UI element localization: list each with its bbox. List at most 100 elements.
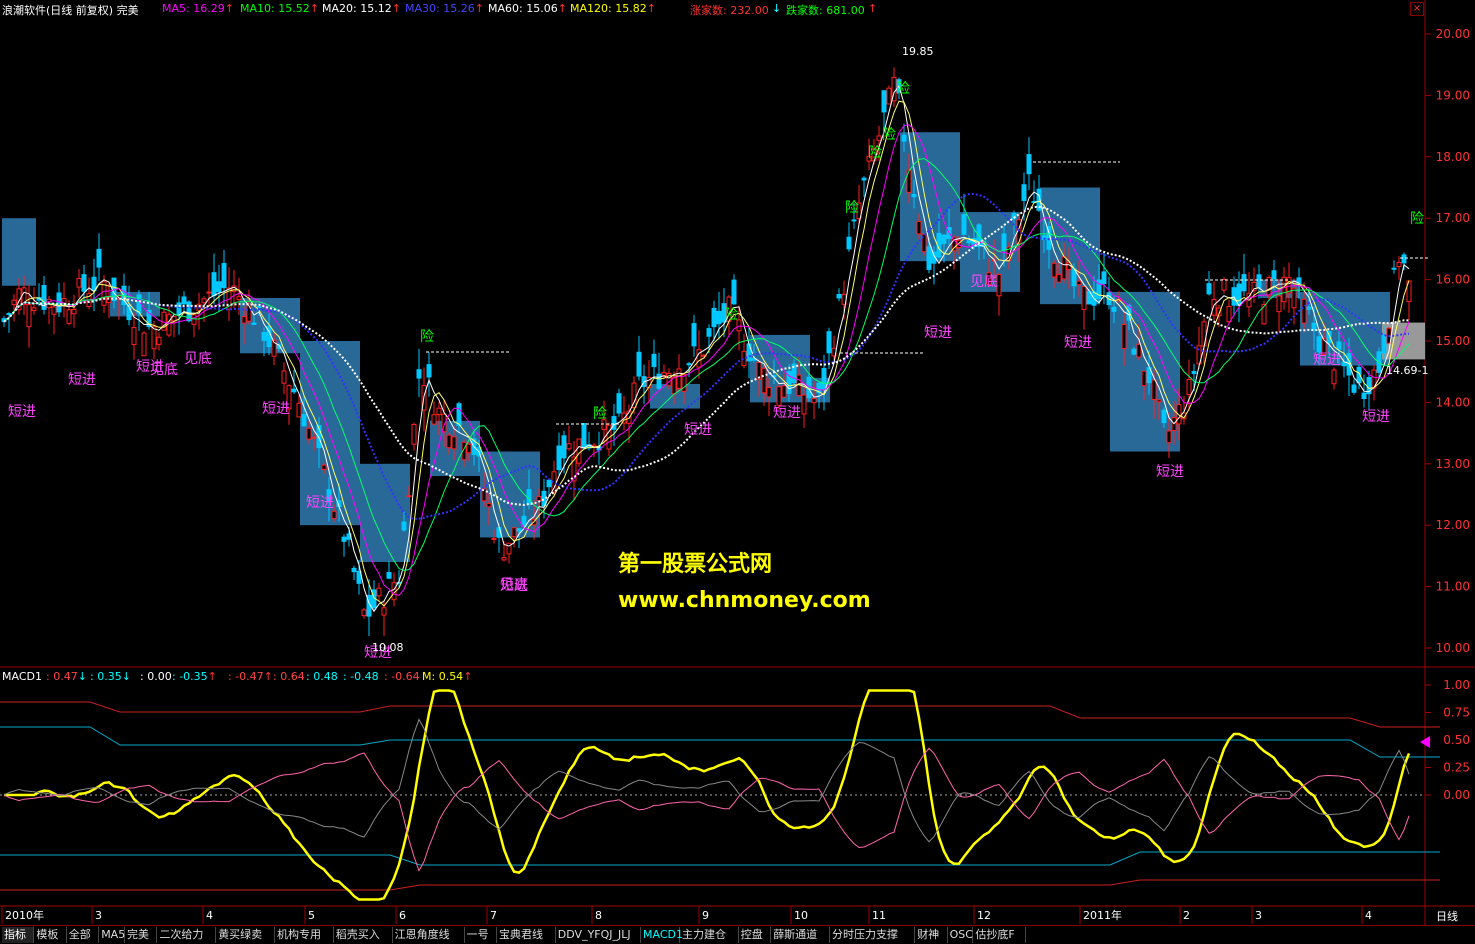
- candle-body: [1361, 392, 1367, 400]
- candle-body: [181, 296, 187, 305]
- candle-body: [911, 194, 917, 198]
- candle-body: [91, 276, 97, 291]
- candle-body: [306, 427, 312, 440]
- tab-indicator[interactable]: OSC: [948, 927, 974, 943]
- candle-body: [71, 308, 77, 315]
- tab-indicator[interactable]: 完美: [125, 927, 158, 943]
- macd-name: MACD1: [2, 670, 42, 683]
- candle-body: [11, 299, 17, 306]
- tab-indicator[interactable]: 薛斯通道: [771, 927, 830, 943]
- lower-cyan-band: [0, 851, 1440, 866]
- short-entry-label: 短进: [1156, 464, 1184, 480]
- tab-indicator[interactable]: 主力建仓: [680, 927, 739, 943]
- candle-body: [201, 298, 207, 304]
- tab-indicator[interactable]: MA5: [99, 927, 125, 943]
- candle-body: [846, 236, 852, 250]
- candle-body: [381, 607, 387, 616]
- indicator-tabs: 指标 模板 全部 MA5 完美 二次给力 黄买绿卖 机构专用 稻壳买入 江恩角度线 一号 宝典君线 DD…: [0, 925, 1475, 944]
- candle-body: [6, 313, 12, 316]
- candle-body: [1221, 279, 1227, 291]
- candle-body: [1241, 274, 1247, 292]
- tab-indicator[interactable]: 稻壳买入: [334, 927, 393, 943]
- candle-body: [1111, 306, 1117, 312]
- candle-body: [401, 521, 407, 531]
- tab-indicator[interactable]: 模板: [34, 927, 67, 943]
- candle-body: [1141, 370, 1147, 387]
- candle-body: [406, 495, 412, 498]
- candle-body: [141, 332, 147, 357]
- candle-body: [1391, 267, 1397, 270]
- macd-value: : 0.00: [140, 670, 172, 683]
- candle-body: [1201, 321, 1207, 347]
- tab-indicator[interactable]: 估抄底F: [973, 927, 1026, 943]
- candle-body: [221, 263, 227, 289]
- tab-indicator[interactable]: MACD1: [641, 927, 683, 943]
- time-tick-label: 6: [399, 909, 406, 922]
- kline-chart: 20.0019.0018.0017.0016.0015.0014.0013.00…: [0, 0, 1475, 925]
- tab-indicator[interactable]: 财神: [915, 927, 948, 943]
- candle-body: [1306, 306, 1312, 310]
- price-tick-label: 20.00: [1436, 27, 1470, 41]
- tab-indicator[interactable]: 宝典君线: [497, 927, 556, 943]
- candle-body: [301, 414, 307, 427]
- candle-body: [386, 572, 392, 579]
- candle-body: [1161, 409, 1167, 424]
- candle-body: [1276, 295, 1282, 313]
- time-tick-label: 11: [872, 909, 886, 922]
- candle-body: [876, 135, 882, 141]
- candle-body: [361, 609, 367, 617]
- risk-label: 险: [845, 200, 859, 216]
- candle-body: [1191, 371, 1197, 374]
- tab-indicator[interactable]: 机构专用: [275, 927, 334, 943]
- candle-body: [1256, 274, 1262, 289]
- candle-body: [1166, 430, 1172, 444]
- candle-body: [1236, 283, 1242, 307]
- tab-indicator[interactable]: DDV_YFQJ_JLJ: [556, 927, 641, 943]
- candle-body: [916, 220, 922, 235]
- macd-value: : 0.48: [306, 670, 338, 683]
- candle-body: [1331, 369, 1337, 385]
- macd-value: : -0.64: [384, 670, 420, 683]
- tab-indicator[interactable]: 江恩角度线: [393, 927, 465, 943]
- candle-body: [156, 336, 162, 345]
- short-entry-label: 短进: [1313, 352, 1341, 368]
- tab-indicator[interactable]: 控盘: [739, 927, 772, 943]
- tab-indicator[interactable]: 黄买绿卖: [216, 927, 275, 943]
- bottom-label: 见底: [500, 577, 528, 593]
- price-tick-label: 13.00: [1436, 457, 1470, 471]
- candle-body: [901, 134, 907, 142]
- macd-tick-label: 0.50: [1443, 733, 1470, 747]
- candle-body: [881, 90, 887, 113]
- candle-body: [761, 367, 767, 394]
- candle-body: [31, 307, 37, 312]
- time-axis: 2010年 3 4 5 6 7 8 9 10 11 12 2011年 2 3 4: [1, 906, 1372, 924]
- candle-body: [686, 363, 692, 366]
- candle-body: [1381, 334, 1387, 354]
- candle-body: [1131, 348, 1137, 355]
- tab-indicator[interactable]: 全部: [67, 927, 100, 943]
- price-tick-label: 19.00: [1436, 88, 1470, 102]
- candle-body: [1231, 287, 1237, 306]
- candle-body: [486, 502, 492, 508]
- candle-body: [1401, 254, 1407, 264]
- tab-indicator[interactable]: 一号: [465, 927, 497, 943]
- candle-body: [76, 278, 82, 288]
- watermark-title: 第一股票公式网: [618, 552, 773, 577]
- price-tick-label: 18.00: [1436, 150, 1470, 164]
- blue-band: [2, 132, 1425, 563]
- candle-body: [436, 407, 442, 416]
- candle-body: [636, 351, 642, 377]
- candle-body: [256, 306, 262, 309]
- candle-body: [781, 385, 787, 398]
- candle-body: [136, 294, 142, 314]
- tab-indicator[interactable]: 指标: [2, 927, 35, 943]
- tab-indicator[interactable]: 二次给力: [157, 927, 217, 943]
- time-tick-label: 2: [1183, 909, 1190, 922]
- macd-tick-label: 0.25: [1443, 761, 1470, 775]
- last-annotation: 14.69-1: [1386, 364, 1428, 377]
- candle-body: [511, 527, 517, 538]
- short-entry-label: 短进: [1064, 335, 1092, 351]
- tab-indicator[interactable]: 分时压力支撑: [830, 927, 916, 943]
- low-annotation: 10.08: [372, 641, 404, 654]
- price-tick-label: 14.00: [1436, 395, 1470, 409]
